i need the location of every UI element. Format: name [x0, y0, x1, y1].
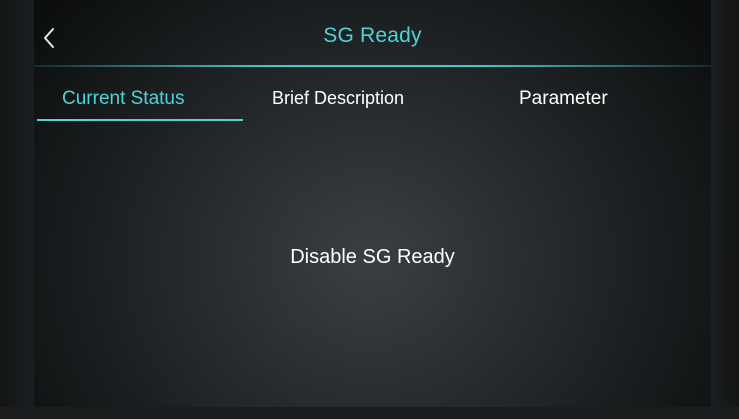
tab-brief-description[interactable]: Brief Description — [272, 88, 404, 109]
tab-current-status[interactable]: Current Status — [62, 88, 185, 110]
active-tab-indicator — [37, 119, 243, 121]
tab-bar: Current Status Brief Description Paramet… — [34, 70, 711, 122]
screen-bezel-left — [0, 0, 34, 419]
tab-parameter[interactable]: Parameter — [519, 88, 608, 110]
header-bar: SG Ready — [34, 0, 711, 66]
current-status-text: Disable SG Ready — [290, 246, 455, 268]
sg-ready-screen: SG Ready Current Status Brief Descriptio… — [0, 0, 739, 419]
screen-bezel-right — [711, 0, 739, 419]
header-divider — [34, 65, 711, 67]
page-title: SG Ready — [323, 24, 422, 47]
screen-bezel-bottom — [0, 407, 739, 419]
